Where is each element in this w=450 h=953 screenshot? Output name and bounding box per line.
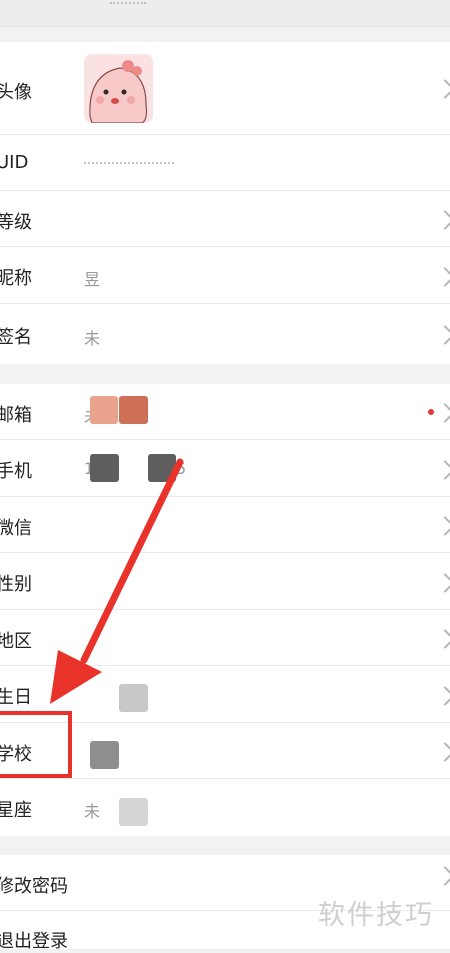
school-highlight-box xyxy=(0,711,72,778)
watermark: 软件技巧 xyxy=(318,900,434,931)
annotation-arrow-icon xyxy=(50,458,184,704)
